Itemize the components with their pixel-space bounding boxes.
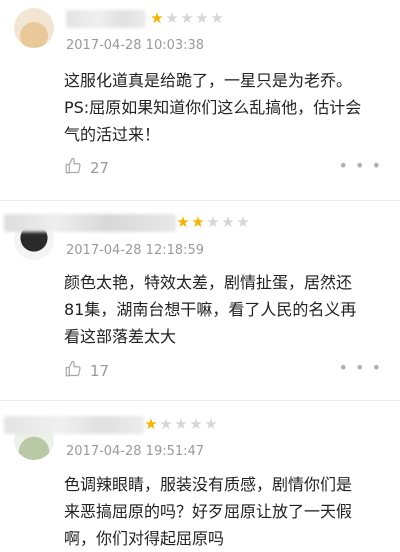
like-button[interactable]: 27 xyxy=(64,157,109,179)
star-empty-icon: ★ xyxy=(165,9,180,27)
review-item: ★★★★★ 2017-04-28 12:18:59 颜色太艳，特效太差，剧情扯蛋… xyxy=(0,200,400,400)
star-empty-icon: ★ xyxy=(236,213,251,231)
like-button[interactable]: 17 xyxy=(64,360,109,382)
star-filled-icon: ★ xyxy=(150,9,165,27)
star-empty-icon: ★ xyxy=(210,9,225,27)
star-filled-icon: ★ xyxy=(176,213,191,231)
review-date: 2017-04-28 19:51:47 xyxy=(66,444,205,459)
review-date: 2017-04-28 10:03:38 xyxy=(66,38,205,53)
thumbs-up-icon xyxy=(64,360,82,382)
like-count: 17 xyxy=(90,362,110,380)
review-date: 2017-04-28 12:18:59 xyxy=(66,243,205,258)
more-dots-icon[interactable]: • • • xyxy=(339,358,382,377)
star-empty-icon: ★ xyxy=(189,415,204,433)
review-text: 颜色太艳，特效太差，剧情扯蛋，居然还 81集，湖南台想干嘛，看了人民的名义再 看… xyxy=(64,273,357,346)
rating-stars: ★★★★★ xyxy=(176,213,251,231)
star-empty-icon: ★ xyxy=(221,213,236,231)
rating-stars: ★★★★★ xyxy=(150,9,225,27)
star-filled-icon: ★ xyxy=(191,213,206,231)
more-dots-icon[interactable]: • • • xyxy=(339,156,382,175)
review-text: 色调辣眼睛，服装没有质感，剧情你们是 来恶搞屈原的吗？好歹屈原让放了一天假 啊，… xyxy=(64,475,353,548)
username-blurred[interactable] xyxy=(4,214,176,232)
avatar[interactable] xyxy=(14,8,54,48)
star-empty-icon: ★ xyxy=(180,9,195,27)
star-empty-icon: ★ xyxy=(204,415,219,433)
like-count: 27 xyxy=(90,159,110,177)
username-blurred[interactable] xyxy=(4,416,144,434)
star-empty-icon: ★ xyxy=(195,9,210,27)
review-item: ★★★★★ 2017-04-28 10:03:38 这服化道真是给跪了，一星只是… xyxy=(0,0,400,200)
star-empty-icon: ★ xyxy=(206,213,221,231)
username-blurred[interactable] xyxy=(66,10,146,28)
star-empty-icon: ★ xyxy=(159,415,174,433)
rating-stars: ★★★★★ xyxy=(144,415,219,433)
thumbs-up-icon xyxy=(64,157,82,179)
star-filled-icon: ★ xyxy=(144,415,159,433)
review-item: ★★★★★ 2017-04-28 19:51:47 色调辣眼睛，服装没有质感，剧… xyxy=(0,400,400,549)
star-empty-icon: ★ xyxy=(174,415,189,433)
review-text: 这服化道真是给跪了，一星只是为老乔。 PS:屈原如果知道你们这么乱搞他，估计会 … xyxy=(64,71,362,144)
